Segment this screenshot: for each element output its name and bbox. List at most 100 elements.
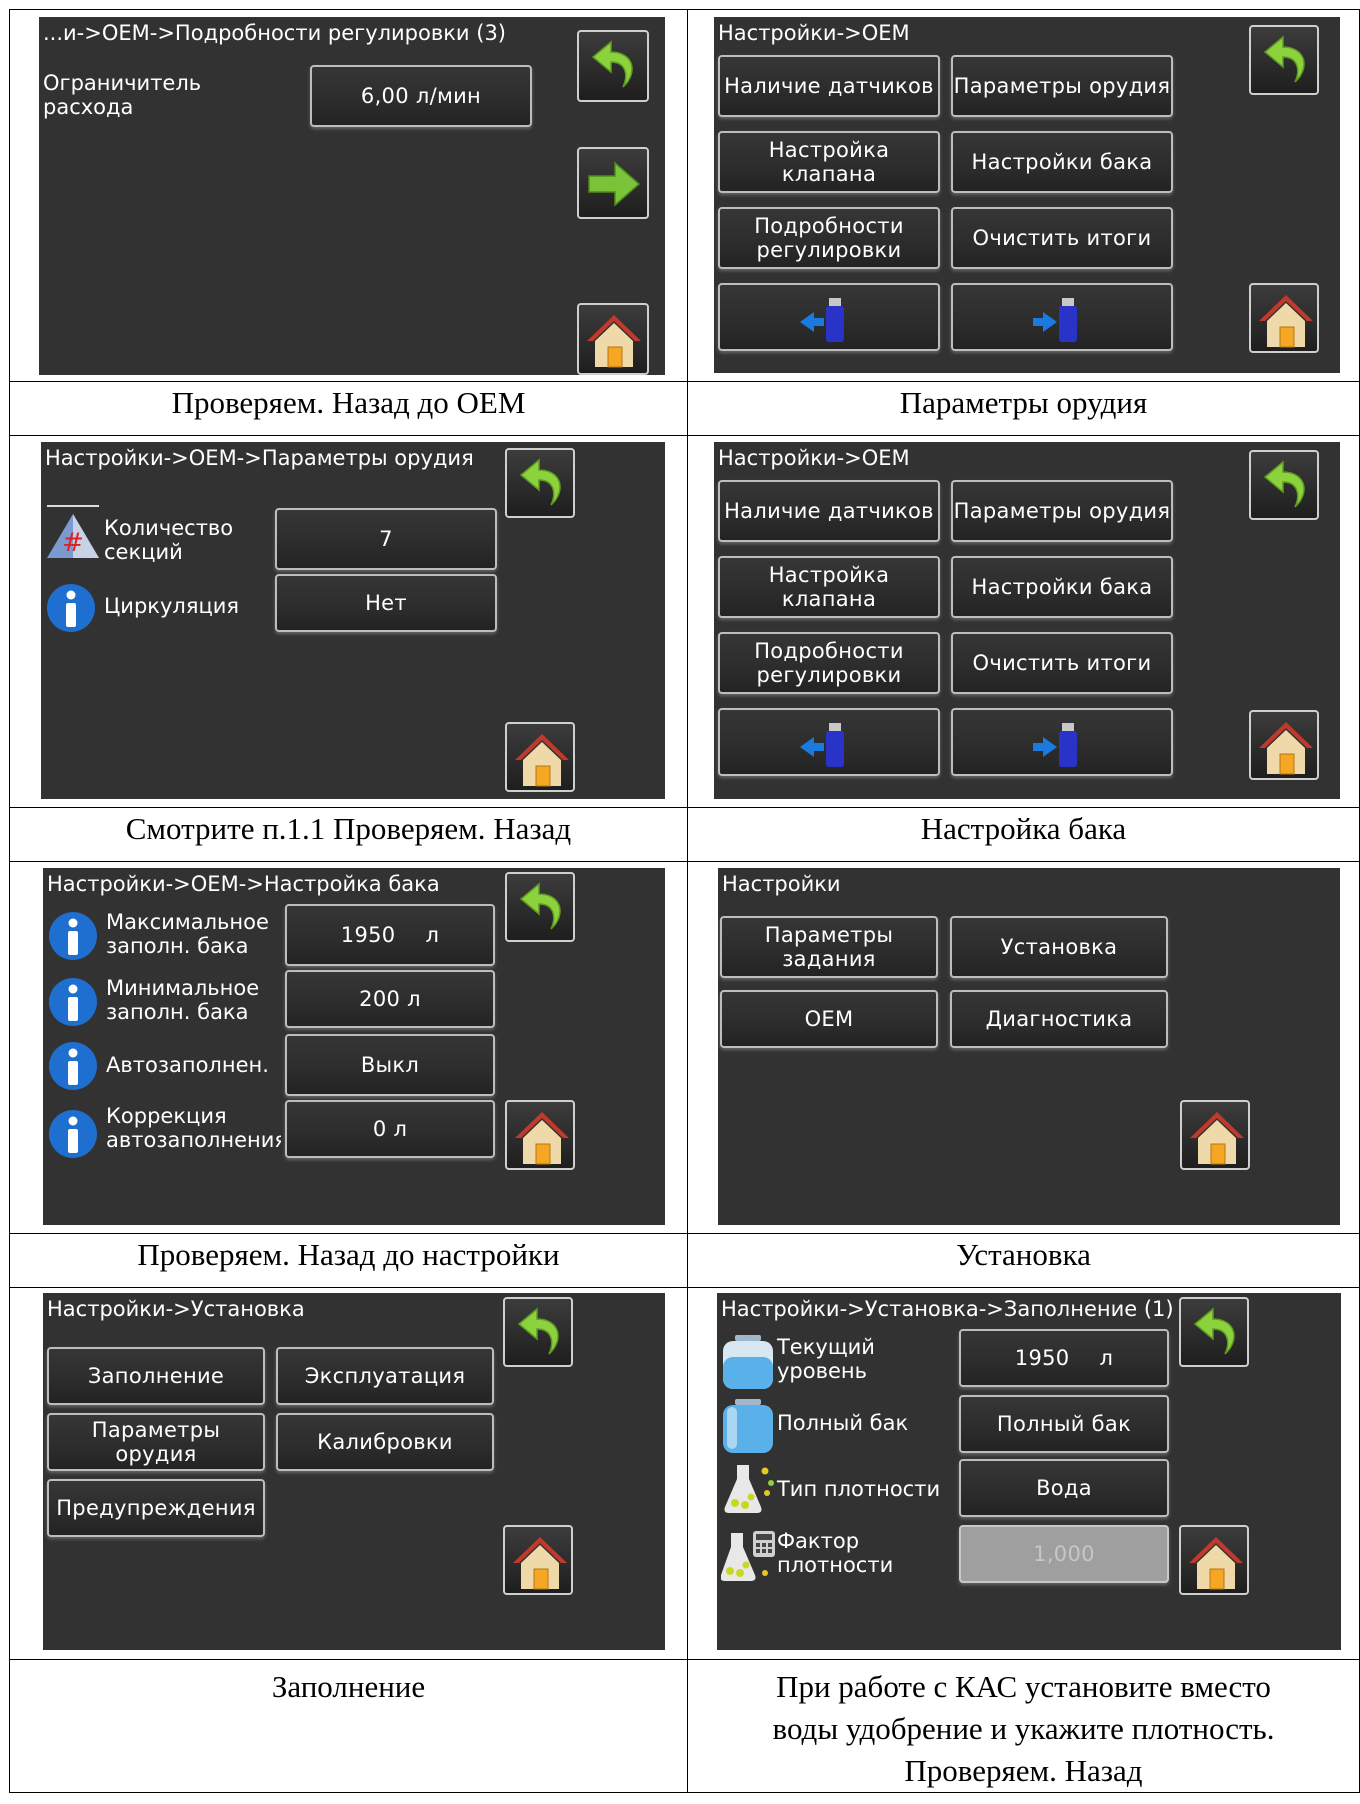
home-button[interactable] [505, 722, 575, 792]
valve-settings-button[interactable]: Настройка клапана [717, 131, 940, 193]
usb-import-icon [799, 723, 844, 767]
autofill-label: Автозаполнен. [106, 1053, 269, 1077]
home-button[interactable] [1248, 710, 1319, 780]
next-button[interactable] [577, 147, 649, 219]
screen-title: Настройки->OEM [717, 446, 910, 470]
home-button[interactable] [577, 303, 649, 375]
diagnostics-button[interactable]: Диагностика [949, 990, 1168, 1048]
min-fill-field[interactable]: 200 л [285, 970, 495, 1028]
setup-button[interactable]: Установка [949, 916, 1168, 978]
screen-cell-2: Настройки->OEM Наличие датчиков Параметр… [686, 9, 1360, 382]
oem-button[interactable]: OEM [719, 990, 938, 1048]
full-tank-button[interactable]: Полный бак [958, 1395, 1169, 1453]
screen-cell-5: Настройки->OEM->Настройка бака Максималь… [9, 861, 688, 1234]
sensors-presence-button[interactable]: Наличие датчиков [717, 55, 940, 117]
sections-count-icon: # [47, 505, 99, 558]
tank-settings-button[interactable]: Настройки бака [950, 131, 1173, 193]
clear-totals-button[interactable]: Очистить итоги [950, 207, 1173, 269]
home-icon [515, 734, 569, 787]
home-icon [1189, 1112, 1244, 1165]
density-factor-label: Фактор плотности [776, 1529, 894, 1577]
current-level-label: Текущий уровень [776, 1335, 875, 1383]
back-button[interactable] [1178, 1297, 1249, 1367]
back-arrow-icon [1263, 460, 1305, 508]
caption-5: Проверяем. Назад до настройки [9, 1233, 688, 1288]
home-button[interactable] [1248, 283, 1319, 353]
home-button[interactable] [505, 1100, 575, 1170]
implement-params-button[interactable]: Параметры орудия [47, 1413, 265, 1471]
back-arrow-icon [519, 882, 561, 930]
clear-totals-button[interactable]: Очистить итоги [950, 632, 1173, 694]
density-type-icon [724, 1465, 774, 1513]
tank-settings-button[interactable]: Настройки бака [950, 556, 1173, 618]
implement-params-button[interactable]: Параметры орудия [950, 480, 1173, 542]
autofill-correction-field[interactable]: 0 л [285, 1100, 495, 1158]
operation-button[interactable]: Эксплуатация [276, 1347, 494, 1405]
min-fill-label: Минимальное заполн. бака [106, 976, 260, 1024]
calibrations-button[interactable]: Калибровки [276, 1413, 494, 1471]
filling-button[interactable]: Заполнение [47, 1347, 265, 1405]
valve-settings-button[interactable]: Настройка клапана [717, 556, 940, 618]
usb-export-button[interactable] [950, 708, 1173, 776]
back-button[interactable] [503, 1297, 573, 1367]
regulation-details-button[interactable]: Подробности регулировки [717, 207, 940, 269]
current-level-unit: л [1099, 1346, 1114, 1370]
caption-4: Настройка бака [686, 807, 1360, 862]
home-button[interactable] [503, 1525, 573, 1595]
density-factor-icon [720, 1531, 775, 1581]
caption-8-line-2: воды удобрение и укажите плотность. [772, 1711, 1275, 1746]
sections-count-field[interactable]: 7 [275, 508, 497, 570]
sensors-presence-button[interactable]: Наличие датчиков [717, 480, 940, 542]
max-fill-field[interactable]: 1950 л [285, 904, 495, 966]
warnings-button[interactable]: Предупреждения [47, 1479, 265, 1537]
usb-import-icon [799, 298, 844, 342]
usb-export-button[interactable] [950, 283, 1173, 351]
autofill-field[interactable]: Выкл [285, 1034, 495, 1096]
screen-oem-menu-2: Настройки->OEM Наличие датчиков Параметр… [713, 442, 1340, 799]
info-icon [49, 978, 97, 1026]
back-button[interactable] [577, 30, 649, 102]
density-type-label: Тип плотности [776, 1477, 941, 1501]
max-fill-value: 1950 [340, 923, 396, 947]
screen-cell-4: Настройки->OEM Наличие датчиков Параметр… [686, 435, 1360, 808]
screen-title: Настройки->Установка [47, 1297, 305, 1321]
current-level-field[interactable]: 1950 л [958, 1329, 1169, 1387]
sections-count-label: Количество секций [104, 516, 234, 564]
back-arrow-icon [591, 40, 633, 88]
home-button[interactable] [1179, 1100, 1250, 1170]
back-button[interactable] [1248, 450, 1319, 520]
task-params-button[interactable]: Параметры задания [719, 916, 938, 978]
back-arrow-icon [1263, 35, 1305, 83]
screen-title: Настройки->OEM->Параметры орудия [45, 446, 474, 470]
info-icon [47, 584, 95, 632]
home-button[interactable] [1178, 1525, 1249, 1595]
density-type-field[interactable]: Вода [958, 1459, 1169, 1517]
home-icon [513, 1537, 567, 1590]
back-arrow-icon [517, 1307, 559, 1355]
home-icon [515, 1112, 569, 1165]
back-button[interactable] [505, 872, 575, 942]
implement-params-button[interactable]: Параметры орудия [950, 55, 1173, 117]
back-button[interactable] [1248, 25, 1319, 95]
flow-limiter-field[interactable]: 6,00 л/мин [310, 65, 532, 127]
usb-export-icon [1032, 723, 1077, 767]
usb-import-button[interactable] [717, 283, 940, 351]
regulation-details-button[interactable]: Подробности регулировки [717, 632, 940, 694]
screen-regulation-details-3: ...и->OEM->Подробности регулировки (3) О… [39, 17, 665, 375]
usb-import-button[interactable] [717, 708, 940, 776]
circulation-field[interactable]: Нет [275, 574, 497, 632]
screen-cell-3: Настройки->OEM->Параметры орудия # Колич… [9, 435, 688, 808]
screen-oem-menu: Настройки->OEM Наличие датчиков Параметр… [713, 17, 1340, 373]
back-button[interactable] [505, 448, 575, 518]
screen-setup-menu: Настройки->Установка Заполнение Эксплуат… [43, 1293, 665, 1650]
caption-8: При работе с КАС установите вместо воды … [686, 1659, 1360, 1793]
flow-limiter-label: Ограничитель расхода [43, 71, 202, 119]
screen-title: ...и->OEM->Подробности регулировки (3) [43, 21, 506, 45]
screen-settings-menu: Настройки Параметры задания Установка OE… [717, 868, 1340, 1225]
caption-8-line-3: Проверяем. Назад [904, 1753, 1143, 1788]
max-fill-label: Максимальное заполн. бака [106, 910, 269, 958]
screen-cell-6: Настройки Параметры задания Установка OE… [686, 861, 1360, 1234]
full-tank-icon [722, 1399, 773, 1453]
full-tank-label: Полный бак [776, 1411, 909, 1435]
screen-title: Настройки->OEM->Настройка бака [47, 872, 440, 896]
